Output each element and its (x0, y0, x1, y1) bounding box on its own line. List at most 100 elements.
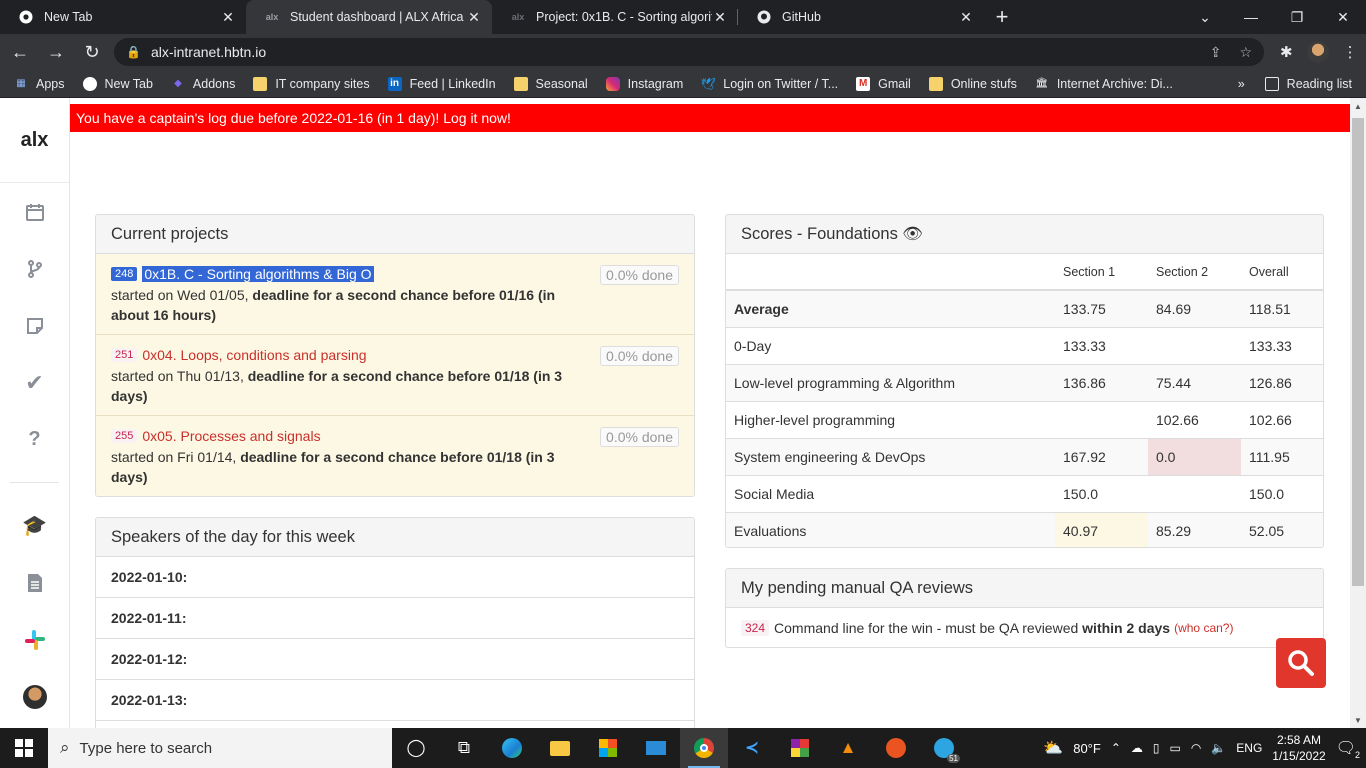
cortana-icon[interactable]: ◯ (392, 728, 440, 768)
close-window-button[interactable]: ✕ (1320, 0, 1366, 34)
git-branch-icon[interactable] (0, 240, 69, 297)
reading-list[interactable]: Reading list (1264, 76, 1352, 91)
speakers-panel: Speakers of the day for this week 2022-0… (95, 517, 695, 728)
edge-icon[interactable] (488, 728, 536, 768)
chrome-icon[interactable] (680, 728, 728, 768)
windows-start-icon[interactable] (0, 728, 48, 768)
page-scrollbar[interactable]: ▲ ▼ (1350, 98, 1366, 728)
bookmark-star-icon[interactable]: ☆ (1239, 44, 1252, 61)
bookmark-addons[interactable]: ◆ Addons (171, 77, 235, 91)
bookmark-new-tab[interactable]: New Tab (82, 76, 153, 91)
address-bar[interactable]: 🔒 alx-intranet.hbtn.io ⇪ ☆ (114, 38, 1264, 66)
wifi-icon[interactable]: ◠ (1191, 741, 1201, 755)
gmail-icon: M (856, 76, 871, 91)
tab-search-icon[interactable]: ⌄ (1182, 0, 1228, 34)
bookmark-it-company-sites[interactable]: IT company sites (253, 76, 370, 91)
slack-icon[interactable] (0, 611, 69, 668)
github-icon (756, 9, 772, 25)
bookmark-twitter[interactable]: 🕊 Login on Twitter / T... (701, 77, 839, 91)
vlc-icon[interactable]: ▲ (824, 728, 872, 768)
onedrive-icon[interactable]: ☁ (1131, 741, 1143, 755)
store-icon[interactable] (584, 728, 632, 768)
forward-icon[interactable]: → (40, 36, 72, 68)
scroll-up-icon[interactable]: ▲ (1350, 98, 1366, 114)
close-tab-icon[interactable]: ✕ (466, 9, 482, 26)
scrollbar-thumb[interactable] (1352, 118, 1364, 586)
bookmark-seasonal[interactable]: Seasonal (513, 76, 588, 91)
weather-temp[interactable]: 80°F (1073, 741, 1101, 756)
bookmark-label: Internet Archive: Di... (1056, 76, 1173, 91)
vscode-icon[interactable]: ≺ (728, 728, 776, 768)
bookmark-gmail[interactable]: M Gmail (856, 76, 911, 91)
bookmark-linkedin[interactable]: in Feed | LinkedIn (387, 76, 496, 91)
tray-expand-icon[interactable]: ⌃ (1111, 741, 1121, 755)
table-cell: 102.66 (1148, 400, 1241, 438)
tab-github[interactable]: GitHub ✕ (738, 0, 984, 34)
notification-icon[interactable]: 🗨 2 (1336, 738, 1360, 760)
user-avatar[interactable] (0, 668, 69, 725)
clock-date: 1/15/2022 (1272, 749, 1326, 763)
task-view-icon[interactable]: ⧉ (440, 728, 488, 768)
tab-new-tab[interactable]: New Tab ✕ (0, 0, 246, 34)
bookmark-instagram[interactable]: Instagram (605, 76, 683, 91)
panel-title[interactable]: Scores - Foundations 👁 (726, 215, 1323, 254)
table-cell: Evaluations (726, 511, 1055, 547)
document-icon[interactable] (0, 554, 69, 611)
volume-icon[interactable]: 🔈 (1211, 741, 1226, 755)
file-explorer-icon[interactable] (536, 728, 584, 768)
table-cell-danger: 0.0 (1148, 437, 1241, 475)
project-link[interactable]: 0x04. Loops, conditions and parsing (142, 347, 366, 363)
project-link[interactable]: 0x1B. C - Sorting algorithms & Big O (142, 266, 374, 282)
new-tab-button[interactable]: + (984, 0, 1020, 34)
table-cell: 118.51 (1241, 289, 1323, 327)
language-indicator[interactable]: ENG (1236, 741, 1262, 755)
bookmark-internet-archive[interactable]: 🏛 Internet Archive: Di... (1035, 76, 1173, 91)
mail-icon[interactable] (632, 728, 680, 768)
ubuntu-icon[interactable] (872, 728, 920, 768)
app-grid-icon[interactable] (776, 728, 824, 768)
scroll-down-icon[interactable]: ▼ (1350, 712, 1366, 728)
bookmark-online-stufs[interactable]: Online stufs (928, 76, 1017, 91)
close-tab-icon[interactable]: ✕ (958, 9, 974, 26)
system-tray: ⛅ 80°F ⌃ ☁ ▯ ▭ ◠ 🔈 ENG 2:58 AM 1/15/2022… (1043, 732, 1366, 764)
close-tab-icon[interactable]: ✕ (712, 9, 728, 26)
note-icon[interactable] (0, 297, 69, 354)
search-placeholder: Type here to search (79, 739, 213, 757)
captains-log-alert[interactable]: You have a captain's log due before 2022… (70, 104, 1350, 132)
search-button[interactable] (1276, 638, 1326, 688)
extensions-icon[interactable]: ✱ (1280, 43, 1293, 61)
speaker-day: 2022-01-11: (96, 598, 694, 639)
clock[interactable]: 2:58 AM 1/15/2022 (1272, 732, 1325, 764)
minimize-button[interactable]: — (1228, 0, 1274, 34)
weather-icon[interactable]: ⛅ (1043, 738, 1063, 758)
menu-icon[interactable]: ⋮ (1343, 43, 1358, 61)
bookmark-apps[interactable]: ▦ Apps (14, 77, 64, 91)
device-icon[interactable]: ▯ (1153, 741, 1160, 755)
table-cell: 85.29 (1148, 511, 1241, 547)
more-bookmarks-icon[interactable]: » (1238, 77, 1245, 91)
restore-button[interactable]: ❐ (1274, 0, 1320, 34)
telegram-icon[interactable]: 51 (920, 728, 968, 768)
calendar-icon[interactable] (0, 183, 69, 240)
checkmark-icon[interactable]: ✔ (0, 354, 69, 411)
table-cell: 75.44 (1148, 363, 1241, 401)
browser-toolbar: ← → ↻ 🔒 alx-intranet.hbtn.io ⇪ ☆ ✱ ⋮ (0, 34, 1366, 70)
panel-title: Current projects (96, 215, 694, 254)
reload-icon[interactable]: ↻ (76, 36, 108, 68)
alx-logo[interactable]: alx (0, 98, 69, 183)
share-icon[interactable]: ⇪ (1210, 44, 1222, 61)
battery-icon[interactable]: ▭ (1170, 741, 1181, 755)
tab-student-dashboard[interactable]: alx Student dashboard | ALX Africa In ✕ (246, 0, 492, 34)
tab-project[interactable]: alx Project: 0x1B. C - Sorting algorith … (492, 0, 738, 34)
profile-avatar[interactable] (1306, 41, 1329, 63)
help-icon[interactable]: ? (0, 411, 69, 468)
taskbar-search-input[interactable]: ⌕ Type here to search (48, 728, 392, 768)
project-link[interactable]: 0x05. Processes and signals (142, 428, 320, 444)
bookmark-label: IT company sites (275, 76, 370, 91)
who-can-link[interactable]: (who can?) (1174, 621, 1233, 635)
notification-count: 2 (1354, 750, 1360, 760)
close-tab-icon[interactable]: ✕ (220, 9, 236, 26)
table-cell: 126.86 (1241, 363, 1323, 401)
graduation-cap-icon[interactable]: 🎓 (0, 497, 69, 554)
back-icon[interactable]: ← (4, 36, 36, 68)
